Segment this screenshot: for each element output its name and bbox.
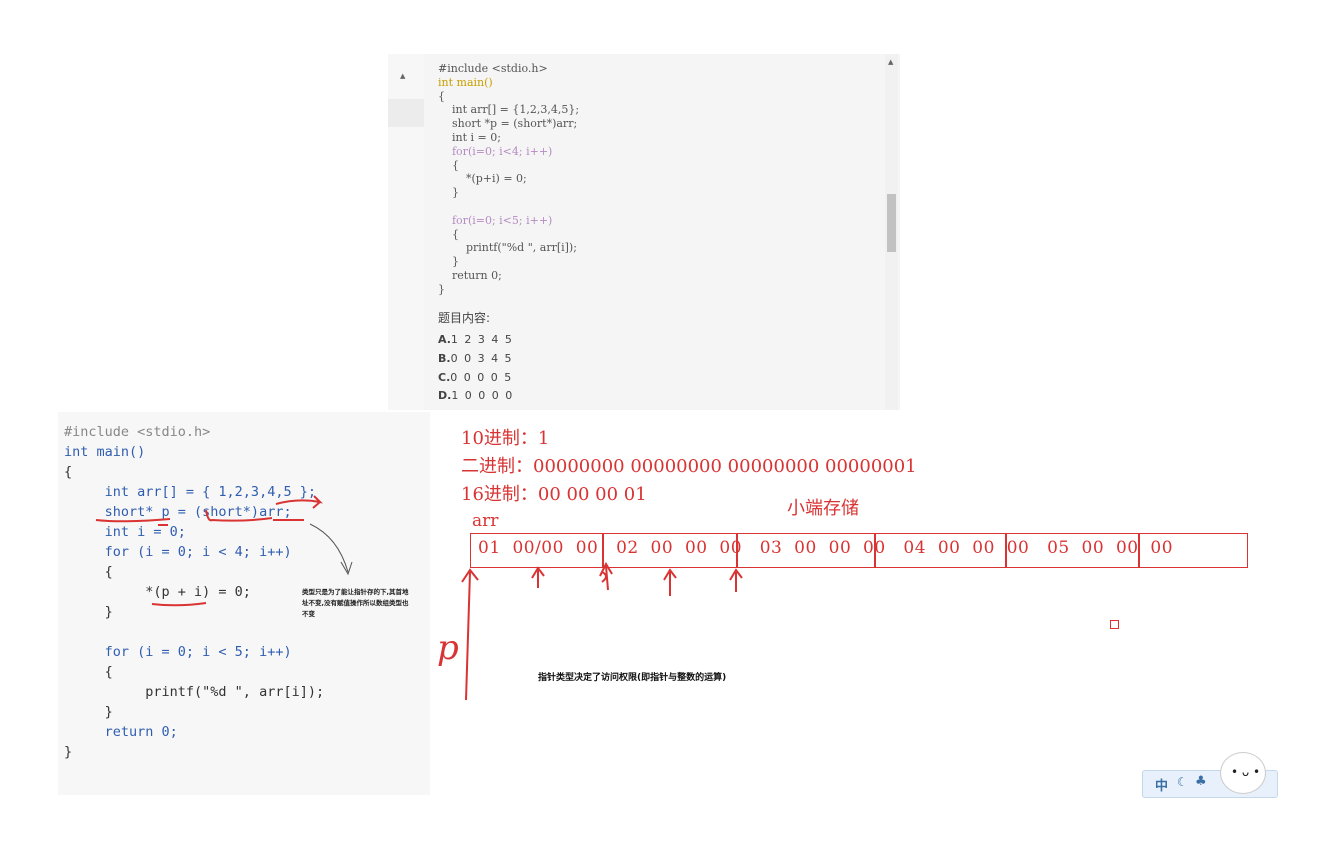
memory-values: 01 00/00 00 02 00 00 00 03 00 00 00 04 0…	[478, 538, 1174, 558]
option-d[interactable]: D.1 0 0 0 0	[438, 389, 514, 402]
option-letter: C.	[438, 371, 451, 384]
small-square	[1110, 620, 1119, 629]
underline-pi	[151, 602, 207, 607]
problem-scrollbar[interactable]: ▲	[885, 54, 898, 410]
type-note: 类型只是为了能让指针存的下,其首地址不变,没有赋值操作所以数组类型也不变	[302, 588, 409, 618]
pointer-arrows	[461, 561, 743, 701]
code-line: return 0;	[438, 268, 502, 282]
option-letter: B.	[438, 352, 451, 365]
option-text: 1 0 0 0 0	[451, 389, 514, 402]
decimal-line: 10进制：1	[461, 428, 550, 449]
code-line: {	[438, 158, 459, 172]
code-line: }	[438, 255, 459, 269]
pointer-arrow-3	[663, 568, 677, 596]
code-line: {	[438, 89, 445, 103]
option-c[interactable]: C.0 0 0 0 5	[438, 371, 513, 384]
option-letter: D.	[438, 389, 452, 402]
code-line: #include <stdio.h>	[438, 62, 548, 75]
problem-code: #include <stdio.h> int main() { int arr[…	[438, 62, 579, 297]
pointer-note: 指针类型决定了访问权限(即指针与整数的运算)	[538, 673, 727, 683]
underline-short	[95, 518, 171, 523]
problem-gutter: ▲	[388, 54, 424, 410]
code-line: for(i=0; i<5; i++)	[438, 213, 553, 227]
code-line: }	[438, 282, 445, 296]
endian-label: 小端存储	[787, 498, 859, 519]
code-line: short *p = (short*)arr;	[438, 117, 578, 131]
code-line: int arr[] = {1,2,3,4,5};	[438, 103, 580, 117]
pointer-arrow-0	[461, 568, 479, 701]
hex-line: 16进制：00 00 00 01	[461, 484, 647, 505]
scrollbar-thumb[interactable]	[887, 194, 896, 252]
option-text: 0 0 3 4 5	[450, 352, 514, 365]
option-letter: A.	[438, 333, 451, 346]
pointer-arrow-4	[729, 568, 743, 592]
code-line: {	[438, 227, 459, 241]
array-label: arr	[472, 511, 499, 531]
moon-icon[interactable]: ☾	[1177, 775, 1188, 789]
arrow-hook	[601, 571, 607, 583]
code-line: }	[438, 186, 459, 200]
pointer-arrow	[309, 523, 353, 576]
question-label: 题目内容:	[438, 311, 491, 325]
pointer-arrow-1	[531, 566, 545, 588]
gutter-up-arrow-icon[interactable]: ▲	[400, 72, 405, 80]
scroll-up-arrow-icon[interactable]: ▲	[888, 58, 893, 66]
editor-panel: #include <stdio.h> int main() { int arr[…	[58, 412, 430, 795]
code-line: printf("%d ", arr[i]);	[438, 241, 577, 255]
pointer-label: p	[437, 628, 459, 668]
mascot-icon[interactable]: • ᴗ •	[1220, 752, 1266, 794]
code-line: for(i=0; i<4; i++)	[438, 144, 553, 158]
option-b[interactable]: B.0 0 3 4 5	[438, 352, 513, 365]
option-text: 1 2 3 4 5	[450, 333, 514, 346]
arrow-annotation	[275, 495, 323, 509]
option-a[interactable]: A.1 2 3 4 5	[438, 333, 513, 346]
code-line: int i = 0;	[438, 130, 501, 144]
gutter-marker	[388, 99, 424, 127]
code-line: int main()	[438, 75, 493, 89]
binary-line: 二进制：00000000 00000000 00000000 00000001	[461, 456, 917, 477]
mascot-eyes-icon: • ᴗ •	[1231, 765, 1261, 779]
code-line: *(p+i) = 0;	[438, 172, 527, 186]
problem-panel: ▲ #include <stdio.h> int main() { int ar…	[388, 54, 900, 410]
option-text: 0 0 0 0 5	[450, 371, 513, 384]
shirt-icon[interactable]: ♣	[1195, 774, 1207, 789]
underline-cast	[205, 509, 273, 522]
ime-mode-label[interactable]: 中	[1155, 775, 1168, 794]
